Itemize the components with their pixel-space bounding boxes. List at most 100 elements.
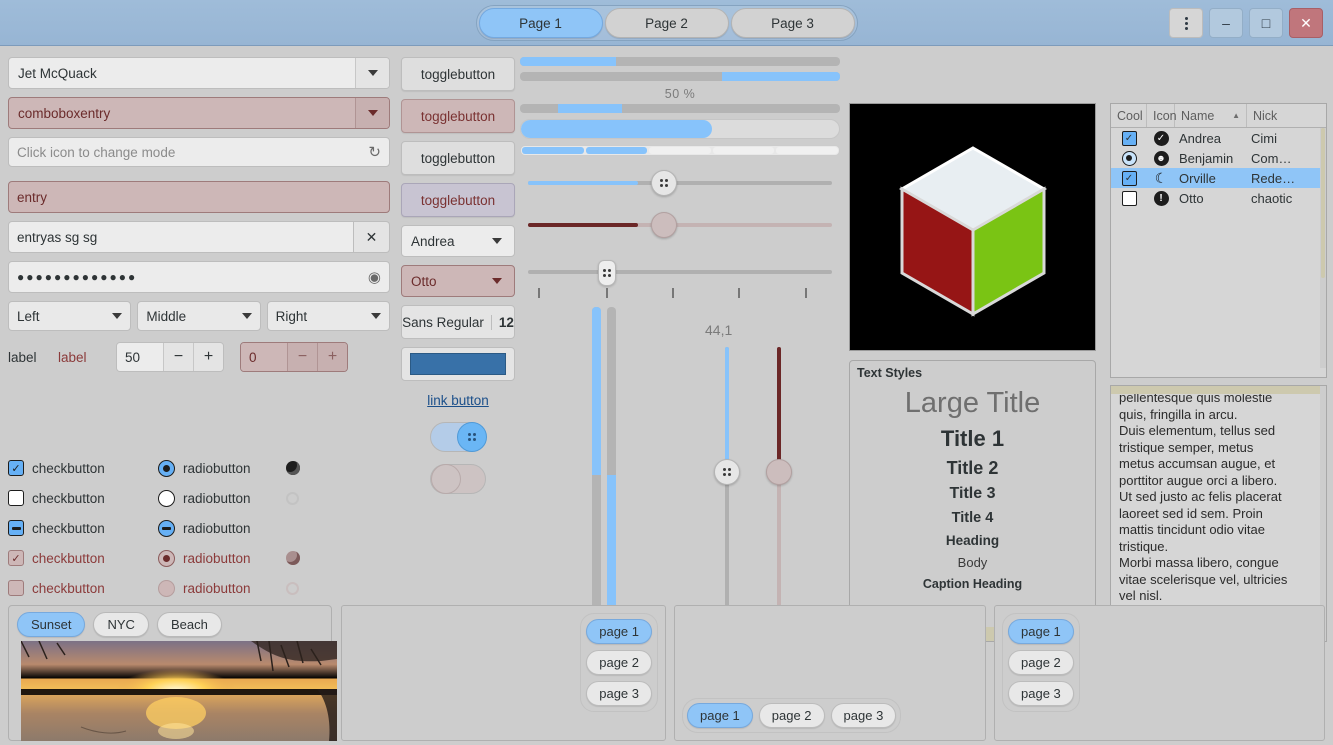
menu-button[interactable] bbox=[1169, 8, 1203, 38]
levelbar-segment bbox=[522, 147, 584, 154]
checkbox-icon: ✓ bbox=[1121, 170, 1137, 186]
chip-nyc[interactable]: NYC bbox=[93, 612, 149, 637]
hscale-with-marks[interactable] bbox=[520, 258, 840, 298]
spinbutton-error-plus[interactable]: + bbox=[317, 343, 347, 371]
row-cool-cell[interactable]: ✓ bbox=[1111, 130, 1147, 146]
spinbutton-normal-value[interactable]: 50 bbox=[117, 343, 163, 371]
combo-otto-arrow[interactable] bbox=[480, 266, 514, 296]
eye-icon[interactable]: ◉ bbox=[368, 268, 381, 286]
reload-icon[interactable]: ↻ bbox=[368, 143, 381, 161]
togglebutton-2[interactable]: togglebutton bbox=[401, 99, 515, 133]
scale-mark bbox=[738, 288, 740, 298]
chip-sunset[interactable]: Sunset bbox=[17, 612, 86, 637]
checkbutton-4[interactable]: ✓ checkbutton bbox=[8, 550, 158, 566]
levelbar-segment bbox=[649, 147, 711, 154]
notebook-right-tab-3[interactable]: page 3 bbox=[586, 681, 652, 706]
column-header-name[interactable]: Name ▲ bbox=[1175, 104, 1247, 127]
radiobutton-3[interactable]: radiobutton bbox=[158, 519, 286, 537]
treeview-scrollbar[interactable] bbox=[1320, 128, 1326, 368]
spinbutton-normal-plus[interactable]: + bbox=[193, 343, 223, 371]
chip-beach[interactable]: Beach bbox=[156, 612, 222, 637]
notebook-bottom-tab-3[interactable]: page 3 bbox=[830, 703, 897, 728]
radiobutton-5[interactable]: radiobutton bbox=[158, 579, 286, 597]
notebook-right-tab-1[interactable]: page 1 bbox=[586, 619, 652, 644]
comboboxentry[interactable]: comboboxentry bbox=[8, 97, 390, 129]
notebook-bottom-tab-2[interactable]: page 2 bbox=[758, 703, 825, 728]
column-header-icon[interactable]: Icon bbox=[1147, 104, 1177, 127]
row-cool-cell[interactable]: ✓ bbox=[1111, 170, 1147, 186]
spinbutton-normal[interactable]: 50 − + bbox=[116, 342, 224, 372]
table-row[interactable]: ! Otto chaotic bbox=[1111, 188, 1326, 208]
hscale-thumb[interactable] bbox=[598, 260, 616, 286]
spinbutton-error-value[interactable]: 0 bbox=[241, 343, 287, 371]
checkbutton-1[interactable]: ✓ checkbutton bbox=[8, 460, 158, 476]
notebook-left-tab-1[interactable]: page 1 bbox=[1008, 619, 1074, 644]
link-button[interactable]: link button bbox=[401, 393, 515, 408]
select-right[interactable]: Right bbox=[266, 301, 390, 331]
vscale-thumb[interactable] bbox=[766, 459, 792, 485]
check-radio-row: checkbutton radiobutton bbox=[8, 513, 388, 543]
switch-on[interactable] bbox=[430, 422, 487, 452]
spinbutton-normal-minus[interactable]: − bbox=[163, 343, 193, 371]
hscale-error[interactable] bbox=[520, 210, 840, 240]
combo-andrea-arrow[interactable] bbox=[480, 226, 514, 256]
color-button[interactable] bbox=[401, 347, 515, 381]
sunset-photo bbox=[21, 641, 337, 741]
togglebutton-3[interactable]: togglebutton bbox=[401, 141, 515, 175]
select-middle[interactable]: Middle bbox=[137, 301, 261, 331]
error-entry[interactable]: entry bbox=[8, 181, 390, 213]
select-middle-value: Middle bbox=[146, 308, 187, 324]
notebook-left-tab-2[interactable]: page 2 bbox=[1008, 650, 1074, 675]
table-row[interactable]: ✓ ☾ Orville Rede… bbox=[1111, 168, 1326, 188]
table-row[interactable]: ✓ ✓ Andrea Cimi bbox=[1111, 128, 1326, 148]
maximize-button[interactable]: □ bbox=[1249, 8, 1283, 38]
hscale-normal[interactable] bbox=[520, 168, 840, 198]
page-tab-2[interactable]: Page 2 bbox=[604, 7, 729, 38]
font-button[interactable]: Sans Regular 12 bbox=[401, 305, 515, 339]
select-left[interactable]: Left bbox=[8, 301, 132, 331]
color-swatch bbox=[410, 353, 506, 375]
page-tab-3[interactable]: Page 3 bbox=[730, 7, 855, 38]
combo-otto[interactable]: Otto bbox=[401, 265, 515, 297]
switch-off[interactable] bbox=[430, 464, 486, 494]
name-combobox-arrow[interactable] bbox=[355, 58, 389, 88]
row-cool-cell[interactable] bbox=[1111, 150, 1147, 166]
comboboxentry-arrow[interactable] bbox=[355, 98, 389, 128]
window-controls: – □ ✕ bbox=[1169, 8, 1323, 38]
radiobutton-1[interactable]: radiobutton bbox=[158, 459, 286, 477]
row-cool-cell[interactable] bbox=[1111, 190, 1147, 206]
column-header-cool[interactable]: Cool bbox=[1111, 104, 1147, 127]
vprogressbar-1 bbox=[592, 307, 601, 637]
notebook-bottom-tab-1[interactable]: page 1 bbox=[687, 703, 753, 728]
page-tab-1[interactable]: Page 1 bbox=[478, 7, 603, 38]
name-combobox[interactable]: Jet McQuack bbox=[8, 57, 390, 89]
checkbutton-3[interactable]: checkbutton bbox=[8, 520, 158, 536]
checkbutton-2[interactable]: checkbutton bbox=[8, 490, 158, 506]
radiobutton-4[interactable]: radiobutton bbox=[158, 549, 286, 567]
notebook-right-tab-2[interactable]: page 2 bbox=[586, 650, 652, 675]
icon-entry[interactable]: Click icon to change mode ↻ bbox=[8, 137, 390, 167]
togglebutton-1[interactable]: togglebutton bbox=[401, 57, 515, 91]
vscale-thumb[interactable] bbox=[714, 459, 740, 485]
vscale-error[interactable] bbox=[766, 347, 792, 637]
clear-entry[interactable]: entryas sg sg bbox=[8, 221, 354, 253]
close-button[interactable]: ✕ bbox=[1289, 8, 1323, 38]
column-header-nick[interactable]: Nick bbox=[1247, 104, 1326, 127]
textview-line: porttitor augue orci a libero. bbox=[1119, 472, 1278, 488]
table-row[interactable]: ☻ Benjamin Com… bbox=[1111, 148, 1326, 168]
scrollbar-thumb[interactable] bbox=[1321, 128, 1325, 278]
combo-andrea[interactable]: Andrea bbox=[401, 225, 515, 257]
minimize-button[interactable]: – bbox=[1209, 8, 1243, 38]
spinbutton-error[interactable]: 0 − + bbox=[240, 342, 348, 372]
notebook-left-tab-3[interactable]: page 3 bbox=[1008, 681, 1074, 706]
style-large-title: Large Title bbox=[904, 387, 1041, 419]
hscale-thumb[interactable] bbox=[651, 170, 677, 196]
checkbutton-5[interactable]: checkbutton bbox=[8, 580, 158, 596]
vscale-normal[interactable] bbox=[714, 347, 740, 637]
password-entry[interactable]: ●●●●●●●●●●●●● ◉ bbox=[8, 261, 390, 293]
togglebutton-4[interactable]: togglebutton bbox=[401, 183, 515, 217]
radiobutton-2[interactable]: radiobutton bbox=[158, 489, 286, 507]
hscale-thumb[interactable] bbox=[651, 212, 677, 238]
spinbutton-error-minus[interactable]: − bbox=[287, 343, 317, 371]
clear-entry-button[interactable]: ✕ bbox=[354, 221, 390, 253]
